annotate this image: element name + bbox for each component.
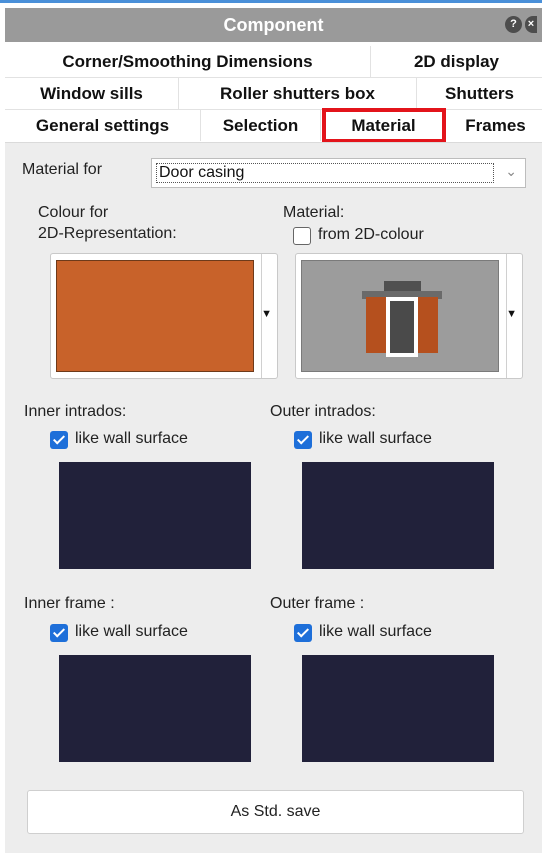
door-casing-preview-icon <box>362 281 442 357</box>
tab-window-sills[interactable]: Window sills <box>5 78 179 109</box>
outer-frame-checkbox[interactable] <box>294 624 312 642</box>
tab-2d-display[interactable]: 2D display <box>371 46 542 77</box>
from-2d-colour-label: from 2D-colour <box>318 226 424 243</box>
tab-bar: Corner/Smoothing Dimensions 2D display W… <box>5 46 542 143</box>
inner-frame-like-wall-label: like wall surface <box>75 623 188 640</box>
material-preview <box>301 260 499 372</box>
inner-intrados-material-swatch[interactable] <box>59 462 251 569</box>
material-label: Material: <box>283 204 345 221</box>
outer-intrados-material-swatch[interactable] <box>302 462 494 569</box>
colour-2d-label-line1: Colour for <box>38 204 109 221</box>
chevron-down-icon: ⌄ <box>505 163 517 179</box>
inner-frame-checkbox[interactable] <box>50 624 68 642</box>
material-for-value: Door casing <box>156 163 494 183</box>
tab-material[interactable]: Material <box>322 108 446 143</box>
tab-frames[interactable]: Frames <box>449 110 542 141</box>
tab-selection[interactable]: Selection <box>201 110 321 141</box>
outer-intrados-label: Outer intrados: <box>270 403 376 420</box>
help-icon[interactable]: ? <box>505 16 522 33</box>
tab-shutters[interactable]: Shutters <box>417 78 542 109</box>
dropdown-arrow-icon: ▼ <box>261 308 272 320</box>
material-picker[interactable]: ▼ <box>295 253 523 379</box>
outer-frame-like-wall-label: like wall surface <box>319 623 432 640</box>
outer-frame-label: Outer frame : <box>270 595 365 612</box>
inner-intrados-checkbox[interactable] <box>50 431 68 449</box>
tab-general-settings[interactable]: General settings <box>5 110 201 141</box>
inner-intrados-like-wall-label: like wall surface <box>75 430 188 447</box>
outer-intrados-checkbox[interactable] <box>294 431 312 449</box>
outer-frame-material-swatch[interactable] <box>302 655 494 762</box>
outer-intrados-like-wall-label: like wall surface <box>319 430 432 447</box>
inner-frame-label: Inner frame : <box>24 595 115 612</box>
colour-2d-picker[interactable]: ▼ <box>50 253 278 379</box>
window-title: Component <box>223 15 324 35</box>
inner-frame-material-swatch[interactable] <box>59 655 251 762</box>
title-bar[interactable]: Component ? × <box>5 8 542 42</box>
material-for-label: Material for <box>22 161 103 178</box>
window-top-accent <box>0 0 542 3</box>
material-panel: Material for Door casing ⌄ Colour for 2D… <box>5 142 542 853</box>
colour-2d-swatch <box>56 260 254 372</box>
from-2d-colour-checkbox[interactable] <box>293 227 311 245</box>
as-std-save-button[interactable]: As Std. save <box>27 790 524 834</box>
tab-roller-shutters-box[interactable]: Roller shutters box <box>179 78 417 109</box>
material-for-select[interactable]: Door casing ⌄ <box>151 158 526 188</box>
close-icon[interactable]: × <box>525 16 537 33</box>
colour-2d-label-line2: 2D-Representation: <box>38 225 177 242</box>
dropdown-arrow-icon: ▼ <box>506 308 517 320</box>
inner-intrados-label: Inner intrados: <box>24 403 127 420</box>
tab-corner-smoothing-dimensions[interactable]: Corner/Smoothing Dimensions <box>5 46 371 77</box>
